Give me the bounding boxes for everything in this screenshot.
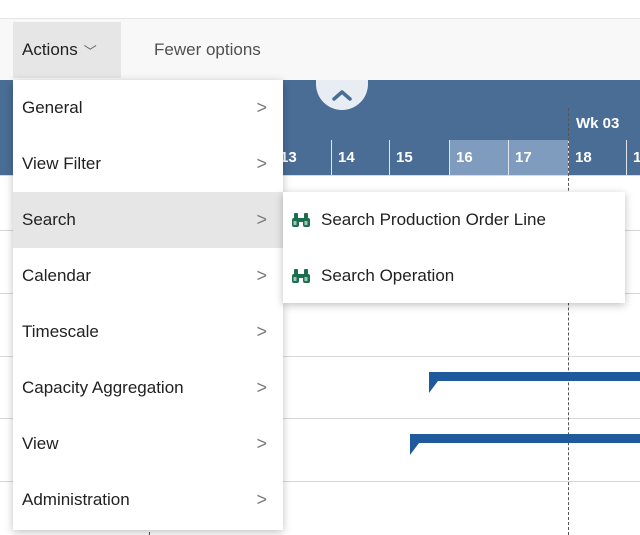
chevron-right-icon: > — [256, 489, 267, 510]
day-cell: 16 — [449, 140, 508, 175]
chevron-right-icon: > — [256, 265, 267, 286]
gantt-bar-notch — [429, 381, 438, 393]
chevron-down-icon: ﹀ — [83, 43, 97, 59]
menu-item-calendar[interactable]: Calendar > — [13, 248, 283, 304]
menu-item-label: Administration — [22, 490, 130, 509]
chevron-right-icon: > — [256, 433, 267, 454]
fewer-options-button[interactable]: Fewer options — [154, 22, 261, 78]
binoculars-icon — [291, 210, 315, 230]
chevron-right-icon: > — [256, 153, 267, 174]
gantt-bar[interactable] — [410, 434, 640, 443]
day-cell: 1 — [626, 140, 640, 175]
menu-item-administration[interactable]: Administration > — [13, 472, 283, 528]
today-marker-line — [568, 108, 569, 535]
menu-item-label: View — [22, 434, 59, 453]
day-cell: 15 — [389, 140, 449, 175]
week-label: Wk 03 — [576, 115, 620, 132]
day-cell: 18 — [568, 140, 626, 175]
search-submenu: Search Production Order Line Search Oper… — [283, 192, 625, 303]
gantt-bar[interactable] — [429, 372, 640, 381]
chevron-right-icon: > — [256, 321, 267, 342]
binoculars-icon — [291, 266, 315, 286]
chevron-right-icon: > — [256, 209, 267, 230]
search-operation-item[interactable]: Search Operation — [283, 248, 625, 304]
actions-menu-button[interactable]: Actions ﹀ — [13, 22, 121, 78]
menu-item-view-filter[interactable]: View Filter > — [13, 136, 283, 192]
actions-dropdown-menu: General > View Filter > Search > Calenda… — [13, 80, 283, 530]
day-cell: 17 — [508, 140, 568, 175]
menu-item-general[interactable]: General > — [13, 80, 283, 136]
menu-item-capacity-aggregation[interactable]: Capacity Aggregation > — [13, 360, 283, 416]
menu-item-label: View Filter — [22, 154, 102, 173]
day-cell: 14 — [331, 140, 389, 175]
menu-item-label: Search — [22, 210, 76, 229]
submenu-item-label: Search Operation — [321, 266, 455, 285]
actions-label: Actions — [22, 40, 78, 59]
chevron-right-icon: > — [256, 377, 267, 398]
menu-item-label: Calendar — [22, 266, 91, 285]
menu-item-label: General — [22, 98, 83, 117]
menu-item-label: Capacity Aggregation — [22, 378, 184, 397]
menu-item-search[interactable]: Search > — [13, 192, 283, 248]
chevron-right-icon: > — [256, 97, 267, 118]
menu-item-label: Timescale — [22, 322, 99, 341]
search-production-order-line-item[interactable]: Search Production Order Line — [283, 192, 625, 248]
menu-item-timescale[interactable]: Timescale > — [13, 304, 283, 360]
top-strip — [0, 0, 640, 19]
submenu-item-label: Search Production Order Line — [321, 210, 546, 229]
menu-item-view[interactable]: View > — [13, 416, 283, 472]
chevron-up-icon — [332, 90, 352, 101]
gantt-bar-notch — [410, 443, 419, 455]
